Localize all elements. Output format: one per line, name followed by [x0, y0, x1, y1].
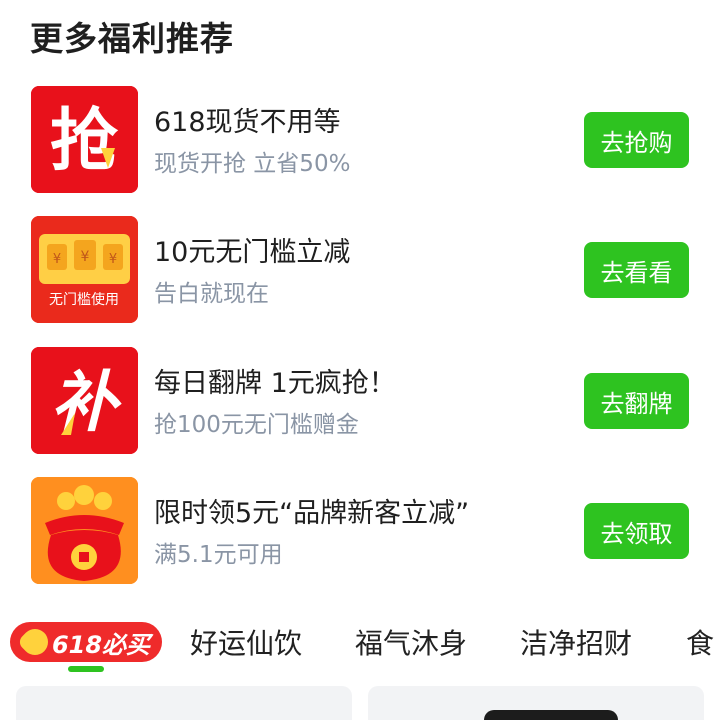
go-look-button[interactable]: 去看看: [584, 242, 689, 298]
svg-text:抢: 抢: [50, 102, 119, 181]
product-image: [484, 710, 618, 720]
product-card[interactable]: [368, 686, 704, 720]
offer-item[interactable]: ¥ ¥ ¥ 无门槛使用 10元无门槛立减 告白就现在 去看看: [0, 216, 720, 336]
svg-text:¥: ¥: [53, 252, 61, 267]
go-buy-button[interactable]: 去抢购: [584, 112, 689, 168]
lucky-bag-icon: [31, 477, 138, 584]
go-claim-button[interactable]: 去领取: [584, 503, 689, 559]
svg-text:¥: ¥: [109, 252, 117, 267]
qiang-icon: 抢: [31, 86, 138, 193]
offer-title: 限时领5元“品牌新客立减”: [154, 498, 470, 529]
svg-text:无门槛使用: 无门槛使用: [49, 291, 119, 308]
coupon-icon: ¥ ¥ ¥ 无门槛使用: [31, 216, 138, 323]
offer-subtitle: 现货开抢 立省50%: [154, 151, 351, 177]
offer-title: 每日翻牌 1元疯抢！: [154, 368, 396, 399]
product-card[interactable]: [16, 686, 352, 720]
tab-bath[interactable]: 福气沐身: [355, 622, 467, 662]
tab-badge-label: 618必买: [51, 630, 151, 659]
offer-title: 10元无门槛立减: [154, 237, 351, 268]
offer-item[interactable]: 抢 618现货不用等 现货开抢 立省50% 去抢购: [0, 86, 720, 206]
svg-text:¥: ¥: [81, 249, 90, 265]
tab-cleaning[interactable]: 洁净招财: [520, 622, 632, 662]
bu-icon: 补: [31, 347, 138, 454]
category-tab-bar: 618必买 好运仙饮 福气沐身 洁净招财 食: [0, 612, 720, 674]
go-flip-button[interactable]: 去翻牌: [584, 373, 689, 429]
tag-icon: [16, 623, 54, 661]
tab-food[interactable]: 食: [686, 622, 714, 662]
offer-subtitle: 满5.1元可用: [154, 542, 283, 568]
offer-title: 618现货不用等: [154, 107, 341, 138]
svg-text:补: 补: [51, 364, 122, 441]
tab-618-must-buy[interactable]: 618必买: [10, 622, 162, 662]
offer-item[interactable]: 限时领5元“品牌新客立减” 满5.1元可用 去领取: [0, 477, 720, 597]
active-tab-indicator: [68, 666, 104, 672]
tab-lucky-drinks[interactable]: 好运仙饮: [190, 622, 302, 662]
offer-item[interactable]: 补 每日翻牌 1元疯抢！ 抢100元无门槛赠金 去翻牌: [0, 347, 720, 467]
offer-subtitle: 抢100元无门槛赠金: [154, 412, 359, 438]
section-title: 更多福利推荐: [30, 19, 234, 58]
offer-subtitle: 告白就现在: [154, 281, 269, 307]
